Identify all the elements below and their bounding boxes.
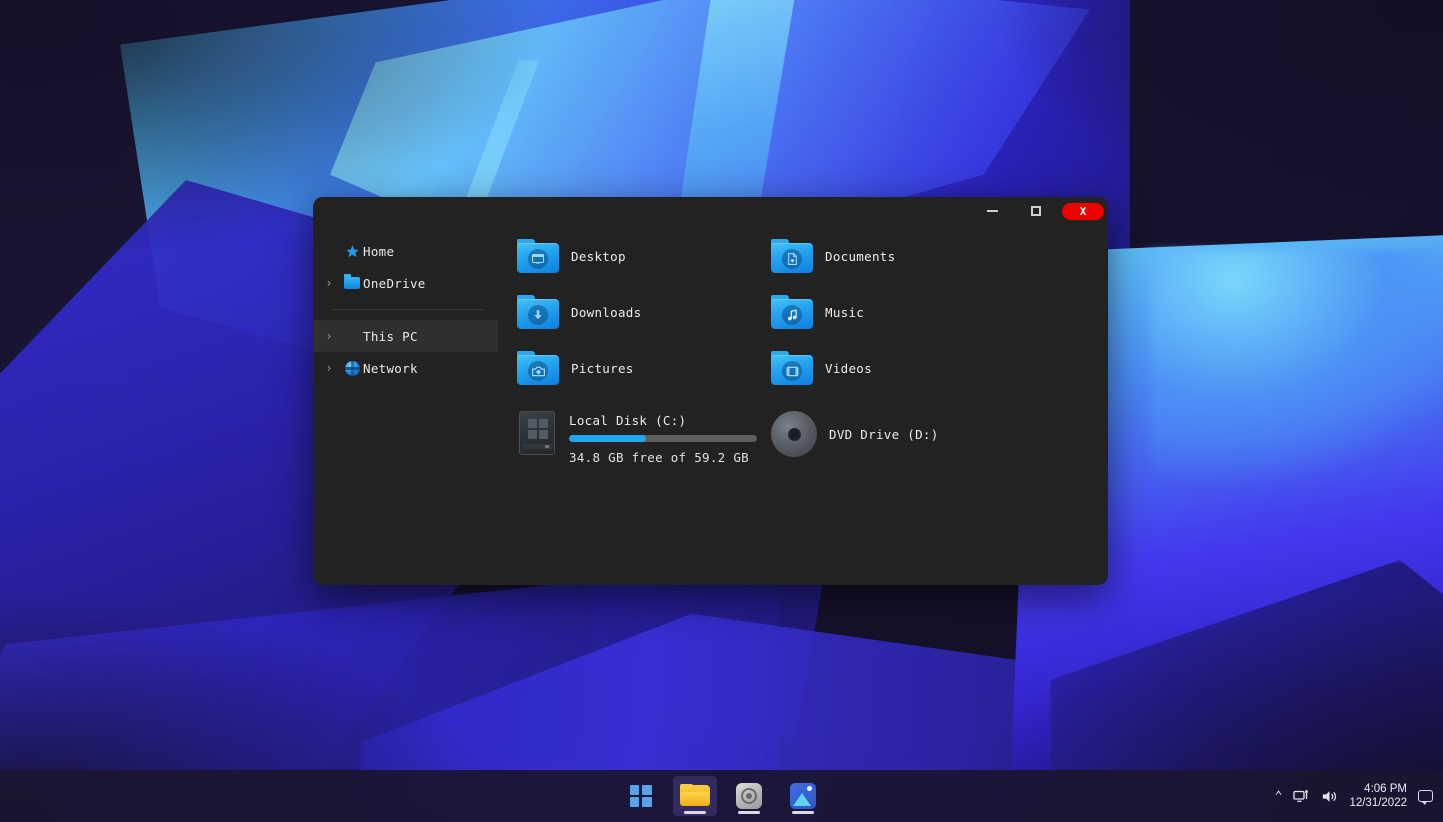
folder-label: Desktop xyxy=(571,249,626,264)
documents-folder-icon xyxy=(771,239,813,273)
drive-free-space: 34.8 GB free of 59.2 GB xyxy=(569,450,757,465)
chevron-right-icon[interactable]: › xyxy=(317,361,341,375)
chevron-right-icon[interactable]: › xyxy=(317,276,341,290)
folder-label: Downloads xyxy=(571,305,641,320)
running-indicator xyxy=(792,811,814,814)
windows-logo-icon xyxy=(630,785,652,807)
settings-gear-icon xyxy=(736,783,762,809)
folder-label: Documents xyxy=(825,249,895,264)
folder-label: Music xyxy=(825,305,864,320)
sidebar-item-home[interactable]: Home xyxy=(313,235,498,267)
monitor-icon xyxy=(341,330,363,342)
maximize-icon xyxy=(1031,206,1041,216)
sidebar-item-label: Home xyxy=(363,244,394,259)
taskbar-item-file-explorer[interactable] xyxy=(673,776,717,816)
sidebar-item-label: OneDrive xyxy=(363,276,426,291)
sidebar-divider xyxy=(331,309,484,310)
system-tray: ⌃ 4:06 PM 12/31/2022 xyxy=(1275,770,1433,822)
storage-bar-fill xyxy=(569,435,646,442)
sidebar-item-this-pc[interactable]: › This PC xyxy=(313,320,498,352)
taskbar-item-photos[interactable] xyxy=(781,776,825,816)
window-body: Home › OneDrive › This PC › xyxy=(313,225,1108,585)
pictures-folder-icon xyxy=(517,351,559,385)
star-icon xyxy=(341,244,363,259)
start-button[interactable] xyxy=(619,776,663,816)
close-button[interactable]: X xyxy=(1062,203,1104,220)
folder-icon xyxy=(341,277,363,289)
sidebar-item-label: This PC xyxy=(363,329,418,344)
content-pane: Desktop Documents xyxy=(498,225,1108,585)
drive-label: Local Disk (C:) xyxy=(569,413,757,428)
music-folder-icon xyxy=(771,295,813,329)
chevron-right-icon[interactable]: › xyxy=(317,329,341,343)
file-explorer-icon xyxy=(680,784,710,808)
chevron-up-icon[interactable]: ⌃ xyxy=(1275,789,1283,804)
sidebar-item-network[interactable]: › Network xyxy=(313,352,498,384)
taskbar-item-settings[interactable] xyxy=(727,776,771,816)
desktop-folder-icon xyxy=(517,239,559,273)
dvd-drive-icon xyxy=(771,411,817,457)
taskbar[interactable]: ⌃ 4:06 PM 12/31/2022 xyxy=(0,770,1443,822)
photos-icon xyxy=(790,783,816,809)
clock-time: 4:06 PM xyxy=(1349,782,1407,796)
taskbar-app-group xyxy=(619,770,825,822)
title-bar[interactable]: X xyxy=(313,197,1108,225)
volume-icon[interactable] xyxy=(1321,789,1338,804)
folder-item-videos[interactable]: Videos xyxy=(771,351,1025,385)
folder-label: Pictures xyxy=(571,361,634,376)
file-explorer-window[interactable]: X Home › On xyxy=(313,197,1108,585)
navigation-pane[interactable]: Home › OneDrive › This PC › xyxy=(313,225,498,585)
clock-date: 12/31/2022 xyxy=(1349,796,1407,810)
running-indicator xyxy=(684,811,706,814)
videos-folder-icon xyxy=(771,351,813,385)
minimize-icon xyxy=(987,210,998,212)
sidebar-item-label: Network xyxy=(363,361,418,376)
globe-icon xyxy=(341,361,363,376)
minimize-button[interactable] xyxy=(970,199,1014,223)
folder-item-documents[interactable]: Documents xyxy=(771,239,1025,273)
chat-bubble-icon[interactable] xyxy=(1418,790,1433,802)
downloads-folder-icon xyxy=(517,295,559,329)
drives-grid: Local Disk (C:) 34.8 GB free of 59.2 GB … xyxy=(498,411,1108,465)
running-indicator xyxy=(738,811,760,814)
folder-item-music[interactable]: Music xyxy=(771,295,1025,329)
folder-item-downloads[interactable]: Downloads xyxy=(517,295,771,329)
folder-label: Videos xyxy=(825,361,872,376)
folder-item-pictures[interactable]: Pictures xyxy=(517,351,771,385)
hard-drive-icon xyxy=(517,411,557,455)
maximize-button[interactable] xyxy=(1014,199,1058,223)
folders-grid: Desktop Documents xyxy=(498,239,1108,385)
drive-item-local-disk-c[interactable]: Local Disk (C:) 34.8 GB free of 59.2 GB xyxy=(517,411,771,465)
clock[interactable]: 4:06 PM 12/31/2022 xyxy=(1349,782,1407,810)
sidebar-item-onedrive[interactable]: › OneDrive xyxy=(313,267,498,299)
drive-item-dvd-d[interactable]: DVD Drive (D:) xyxy=(771,411,1025,465)
drive-label: DVD Drive (D:) xyxy=(829,427,939,442)
storage-bar xyxy=(569,435,757,442)
close-icon: X xyxy=(1080,205,1087,218)
folder-item-desktop[interactable]: Desktop xyxy=(517,239,771,273)
network-icon[interactable] xyxy=(1293,789,1310,804)
